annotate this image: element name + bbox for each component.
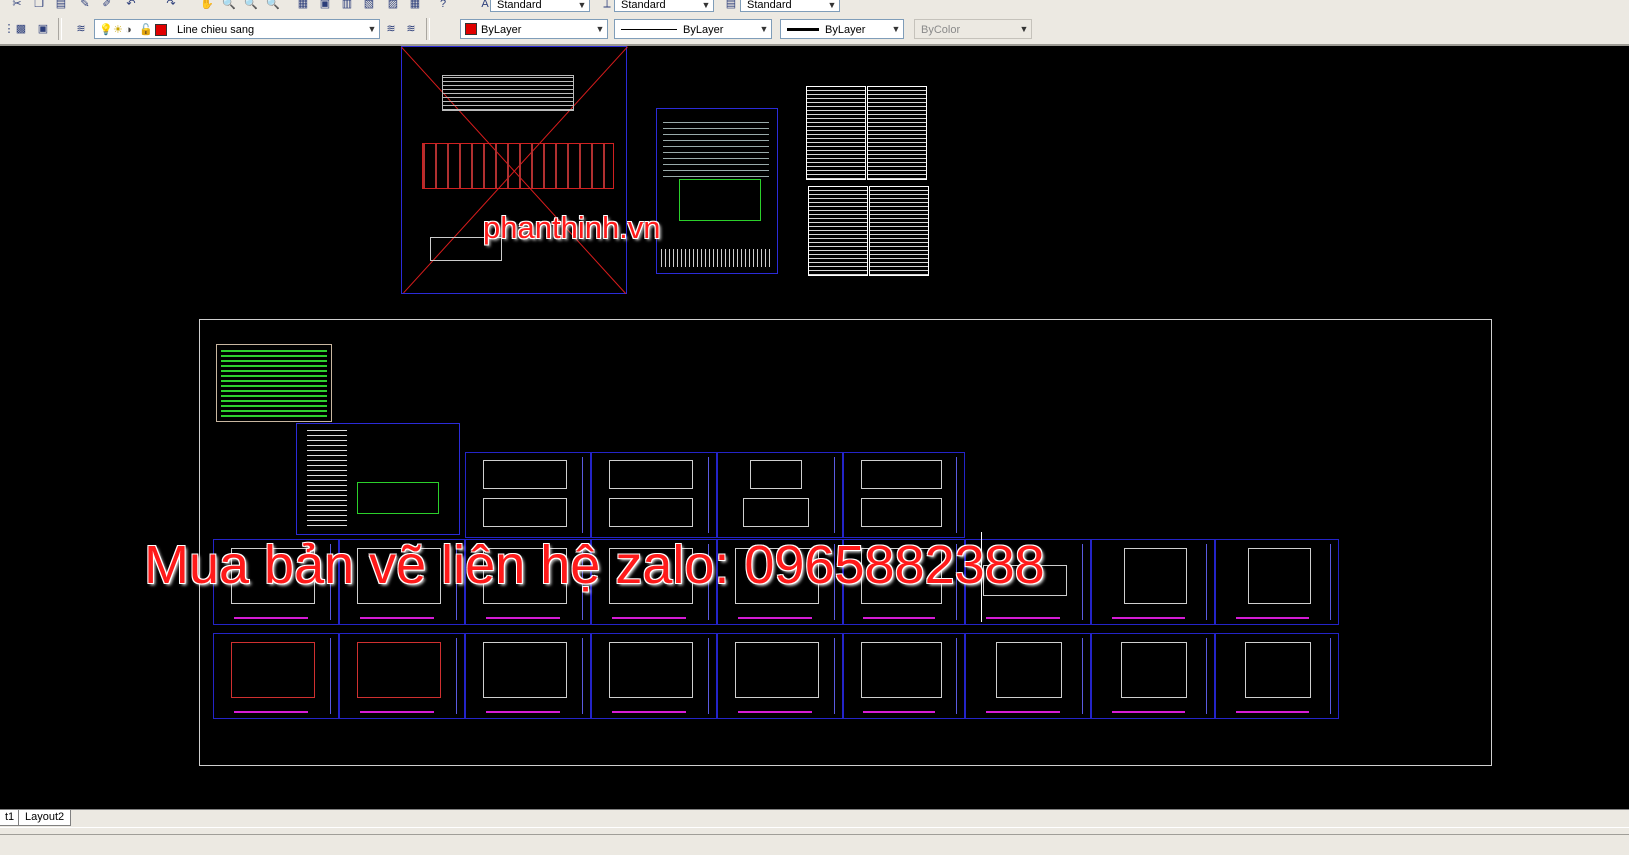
schematic-legend (661, 249, 773, 267)
floor-plan-sheet (339, 633, 465, 719)
redo-icon[interactable]: ↷ (164, 0, 178, 11)
text-style-select[interactable]: Standard ▼ (490, 0, 590, 12)
riser-panel (357, 482, 439, 514)
floor-plan-sheet (965, 633, 1091, 719)
layer-select[interactable]: 💡 ☀ ◑ 🔓 Line chieu sang ▼ (94, 19, 380, 39)
layer-name: Line chieu sang (177, 24, 255, 36)
linetype-sample (621, 29, 677, 30)
brush-icon[interactable]: ✐ (100, 0, 114, 11)
zoom-realtime-icon[interactable]: 🔍 (222, 0, 236, 11)
design-center-icon[interactable]: ▣ (318, 0, 332, 11)
layer-color-icon (155, 24, 167, 36)
linetype-value: ByLayer (683, 24, 724, 36)
dim-style-icon: ⟂ (603, 0, 611, 10)
lineweight-select[interactable]: ByLayer ▼ (780, 19, 904, 39)
drawing-sheet-schematic (656, 108, 778, 274)
chevron-down-icon: ▼ (759, 24, 769, 34)
calculator-icon[interactable]: ▦ (408, 0, 422, 11)
undo-icon[interactable]: ↶ (124, 0, 138, 11)
freeze-viewport-icon: ◑ (125, 24, 132, 36)
schedule-sheet (591, 452, 717, 538)
layer-isolate-icon[interactable]: ≋ (404, 22, 418, 36)
color-swatch-icon (465, 23, 477, 36)
floor-plan-sheet (213, 633, 339, 719)
section-drawing (422, 143, 614, 189)
legend-table (221, 349, 327, 417)
floor-plan-sheet (465, 633, 591, 719)
standard-toolbar: ✂ ❐ ▤ ✎ ✐ ↶ ↷ ✋ 🔍 🔍 🔍 ▦ ▣ ▥ ▧ ▨ ▦ ? A St… (0, 0, 1629, 15)
sheet-set-icon[interactable]: ▧ (362, 0, 376, 11)
layer-manager-icon[interactable]: ≋ (74, 22, 88, 36)
plotstyle-select: ByColor ▼ (914, 19, 1032, 39)
help-icon[interactable]: ? (436, 0, 450, 11)
zoom-window-icon[interactable]: 🔍 (244, 0, 258, 11)
cut-icon[interactable]: ✂ (10, 0, 24, 11)
markup-icon[interactable]: ▨ (386, 0, 400, 11)
chevron-down-icon: ▼ (827, 0, 837, 10)
color-value: ByLayer (481, 24, 522, 36)
command-line-divider (0, 834, 1629, 835)
drawing-canvas[interactable]: phanthinh.vn Mua bản vẽ liên hệ zalo: 09… (0, 46, 1629, 809)
schedule-sheet (717, 452, 843, 538)
table-style-icon: ▤ (725, 0, 737, 10)
text-style-value: Standard (497, 0, 542, 11)
linetype-select[interactable]: ByLayer ▼ (614, 19, 772, 39)
separator (426, 18, 430, 40)
plotstyle-value: ByColor (921, 24, 961, 36)
chevron-down-icon: ▼ (701, 0, 711, 10)
lineweight-sample (787, 28, 819, 31)
floor-plan-sheet (1091, 633, 1215, 719)
chevron-down-icon: ▼ (1019, 24, 1029, 34)
floor-plan-drawing (442, 75, 574, 111)
riser-text-column (307, 430, 347, 526)
properties-icon[interactable]: ▦ (296, 0, 310, 11)
chevron-down-icon: ▼ (595, 24, 605, 34)
paste-icon[interactable]: ▤ (54, 0, 68, 11)
make-current-icon[interactable]: ▩ (14, 22, 28, 36)
layer-previous-icon[interactable]: ▣ (36, 22, 50, 36)
lightbulb-icon: 💡 (99, 24, 113, 36)
tab-layout2[interactable]: Layout2 (18, 810, 72, 826)
color-select[interactable]: ByLayer ▼ (460, 19, 608, 39)
pan-icon[interactable]: ✋ (200, 0, 214, 11)
floor-plan-sheet (1215, 539, 1339, 625)
chevron-down-icon: ▼ (891, 24, 901, 34)
command-area[interactable] (0, 827, 1629, 855)
match-properties-icon[interactable]: ✎ (78, 0, 92, 11)
schematic-lines (663, 117, 769, 177)
floor-plan-sheet (843, 633, 965, 719)
lock-icon: 🔓 (139, 24, 153, 36)
table-block (867, 86, 927, 180)
table-block (808, 186, 868, 276)
watermark-contact: Mua bản vẽ liên hệ zalo: 0965882388 (144, 535, 1045, 595)
floor-plan-sheet (1091, 539, 1215, 625)
floor-plan-sheet (1215, 633, 1339, 719)
schedule-sheet (465, 452, 591, 538)
lineweight-value: ByLayer (825, 24, 866, 36)
watermark-site: phanthinh.vn (483, 210, 661, 245)
dim-style-select[interactable]: Standard ▼ (614, 0, 714, 12)
chevron-down-icon: ▼ (577, 0, 587, 10)
copy-icon[interactable]: ❐ (32, 0, 46, 11)
layout-tab-bar: t1 Layout2 (0, 809, 1629, 828)
table-block (806, 86, 866, 180)
layer-states-icon[interactable]: ≋ (384, 22, 398, 36)
schematic-panel (679, 179, 761, 221)
legend-sheet (216, 344, 332, 422)
layers-properties-toolbar: ⋮ ▩ ▣ ≋ 💡 ☀ ◑ 🔓 Line chieu sang ▼ ≋ ≋ By… (0, 14, 1629, 46)
chevron-down-icon: ▼ (367, 24, 377, 34)
separator (58, 18, 62, 40)
floor-plan-sheet (591, 633, 717, 719)
schedule-sheet (843, 452, 965, 538)
zoom-previous-icon[interactable]: 🔍 (266, 0, 280, 11)
riser-diagram-sheet (296, 423, 460, 535)
dim-style-value: Standard (621, 0, 666, 11)
sun-icon: ☀ (113, 24, 123, 36)
table-style-value: Standard (747, 0, 792, 11)
drawing-sheet-crossed (401, 46, 628, 294)
floor-plan-sheet (717, 633, 843, 719)
table-style-select[interactable]: Standard ▼ (740, 0, 840, 12)
tool-palettes-icon[interactable]: ▥ (340, 0, 354, 11)
table-block (869, 186, 929, 276)
